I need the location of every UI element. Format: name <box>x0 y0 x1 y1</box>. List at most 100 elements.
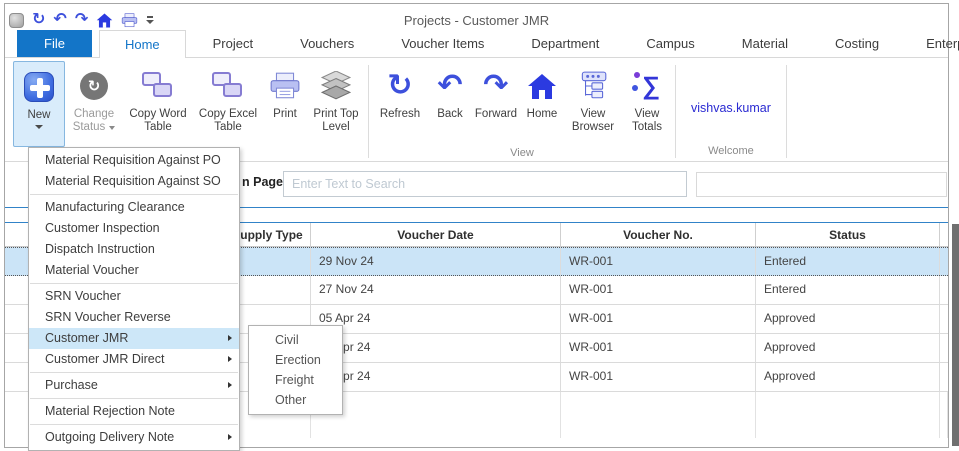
cell-voucher-no: WR-001 <box>561 334 756 362</box>
customer-jmr-submenu: Civil Erection Freight Other <box>248 325 343 415</box>
ribbon-tab[interactable]: Material <box>722 30 808 57</box>
cell-voucher-no: WR-001 <box>561 276 756 304</box>
ribbon-tab[interactable]: Vouchers <box>280 30 374 57</box>
welcome-group-label: Welcome <box>679 145 783 161</box>
menu-separator <box>30 283 238 284</box>
new-button[interactable]: New <box>13 61 65 147</box>
print-button[interactable]: Print <box>263 61 307 147</box>
submenu-item[interactable]: Other <box>249 390 342 410</box>
quick-access-toolbar: ↻ ↶ ↷ <box>9 8 154 32</box>
menu-item[interactable]: Customer JMR <box>29 328 239 349</box>
refresh-button[interactable]: ↻ Refresh <box>372 61 428 147</box>
change-status-caret-icon <box>109 126 115 130</box>
menu-item[interactable]: Purchase <box>29 375 239 396</box>
menu-separator <box>30 194 238 195</box>
cell-voucher-no: WR-001 <box>561 363 756 391</box>
menu-item[interactable]: Customer JMR Direct <box>29 349 239 370</box>
menu-item[interactable]: Material Rejection Note <box>29 401 239 422</box>
ribbon-tab[interactable]: Department <box>511 30 619 57</box>
cell-status: Entered <box>756 248 940 275</box>
menu-item[interactable]: Material Requisition Against SO <box>29 171 239 192</box>
cell-status: Approved <box>756 334 940 362</box>
submenu-item[interactable]: Civil <box>249 330 342 350</box>
view-totals-icon: ∑ <box>634 71 660 101</box>
cell-voucher-date: 29 Nov 24 <box>311 248 561 275</box>
ribbon-separator <box>786 65 787 158</box>
secondary-panel-box[interactable] <box>696 172 947 197</box>
ribbon-tab[interactable]: Enterprise <box>906 30 959 57</box>
qat-home-icon[interactable] <box>96 13 113 28</box>
forward-icon: ↷ <box>483 68 508 104</box>
app-icon <box>9 13 24 28</box>
ribbon-group-main: New ↻ Change Status Copy Word Table Copy… <box>13 61 365 161</box>
menu-item[interactable]: Outgoing Delivery Note <box>29 427 239 448</box>
copy-excel-table-button[interactable]: Copy Excel Table <box>193 61 263 147</box>
ribbon-tab[interactable]: Costing <box>815 30 899 57</box>
search-panel-label: n Page <box>239 175 283 189</box>
qat-redo-icon[interactable]: ↷ <box>75 11 88 29</box>
forward-button[interactable]: ↷ Forward <box>472 61 520 147</box>
copy-word-table-button[interactable]: Copy Word Table <box>123 61 193 147</box>
screen: ↻ ↶ ↷ Projects - Customer JMR File Home … <box>0 0 959 451</box>
copy-excel-icon <box>211 71 245 101</box>
new-dropdown-menu: Material Requisition Against PO Material… <box>28 147 240 451</box>
column-header-voucher-date[interactable]: Voucher Date <box>311 223 561 246</box>
print-top-level-icon <box>320 64 352 108</box>
qat-customize-caret-icon[interactable] <box>146 15 154 25</box>
menu-item[interactable]: SRN Voucher Reverse <box>29 307 239 328</box>
cell-partial: 5 <box>940 305 948 333</box>
home-button[interactable]: Home <box>520 61 564 147</box>
print-icon <box>269 64 301 108</box>
menu-item[interactable]: Dispatch Instruction <box>29 239 239 260</box>
copy-word-icon <box>141 71 175 101</box>
ribbon-tab[interactable]: Voucher Items <box>381 30 504 57</box>
change-status-icon: ↻ <box>80 72 108 100</box>
submenu-arrow-icon <box>228 356 232 362</box>
menu-item[interactable]: Material Requisition Against PO <box>29 150 239 171</box>
change-status-button[interactable]: ↻ Change Status <box>65 61 123 147</box>
menu-separator <box>30 398 238 399</box>
view-totals-button[interactable]: ∑ View Totals <box>622 61 672 147</box>
menu-item[interactable]: Material Voucher <box>29 260 239 281</box>
view-browser-icon <box>577 64 609 108</box>
cell-status: Approved <box>756 363 940 391</box>
qat-print-icon[interactable] <box>121 13 138 28</box>
view-group-label: View <box>372 147 672 161</box>
cell-voucher-date: 27 Nov 24 <box>311 276 561 304</box>
new-dropdown-caret-icon <box>35 125 43 129</box>
column-header-voucher-no[interactable]: Voucher No. <box>561 223 756 246</box>
search-input[interactable] <box>283 171 687 197</box>
column-header-status[interactable]: Status <box>756 223 940 246</box>
ribbon-tab[interactable]: Project <box>193 30 273 57</box>
qat-refresh-icon[interactable]: ↻ <box>32 11 45 29</box>
submenu-arrow-icon <box>228 434 232 440</box>
cell-status: Entered <box>756 276 940 304</box>
ribbon-group-view: ↻ Refresh ↶ Back ↷ Forward <box>372 61 672 161</box>
ribbon-tab[interactable]: Home <box>99 30 186 58</box>
user-name-link[interactable]: vishvas.kumar <box>679 61 783 115</box>
submenu-item[interactable]: Freight <box>249 370 342 390</box>
submenu-item[interactable]: Erection <box>249 350 342 370</box>
cell-partial: 5 <box>940 334 948 362</box>
column-header-partial[interactable] <box>940 223 948 246</box>
back-button[interactable]: ↶ Back <box>428 61 472 147</box>
menu-separator <box>30 424 238 425</box>
qat-undo-icon[interactable]: ↶ <box>53 11 66 29</box>
cell-voucher-no: WR-001 <box>561 305 756 333</box>
ribbon-separator <box>368 65 369 158</box>
cell-voucher-date: 01 Apr 24 <box>311 363 561 391</box>
cell-voucher-no: WR-001 <box>561 248 756 275</box>
submenu-arrow-icon <box>228 335 232 341</box>
view-browser-button[interactable]: View Browser <box>564 61 622 147</box>
ribbon-tab[interactable]: File <box>17 30 92 57</box>
menu-item[interactable]: SRN Voucher <box>29 286 239 307</box>
refresh-icon: ↻ <box>387 68 412 104</box>
menu-item[interactable]: Customer Inspection <box>29 218 239 239</box>
menu-item[interactable]: Manufacturing Clearance <box>29 197 239 218</box>
menu-separator <box>30 372 238 373</box>
ribbon-tab[interactable]: Campus <box>626 30 714 57</box>
cell-voucher-date: 05 Apr 24 <box>311 305 561 333</box>
print-top-level-button[interactable]: Print Top Level <box>307 61 365 147</box>
submenu-arrow-icon <box>228 382 232 388</box>
ribbon-separator <box>675 65 676 158</box>
